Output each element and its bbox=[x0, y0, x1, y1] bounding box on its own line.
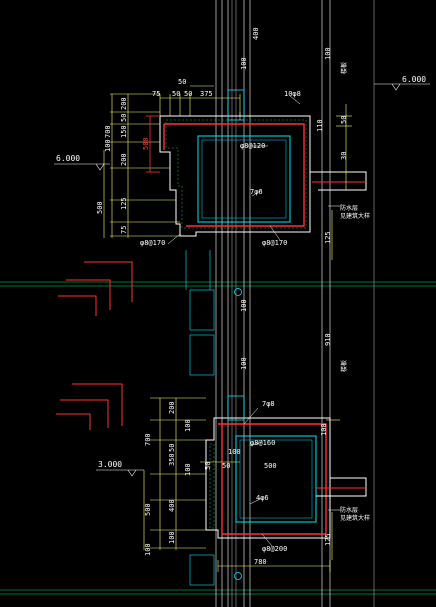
upper-slab bbox=[310, 171, 367, 191]
lower-beam-void bbox=[235, 435, 317, 523]
dim-text: 75 bbox=[152, 90, 160, 98]
dim-text: 125 bbox=[120, 197, 128, 210]
dim-text: 50 bbox=[168, 444, 176, 452]
dim-text: 100 bbox=[324, 47, 332, 60]
red-dim-text: 500 bbox=[142, 137, 150, 150]
dim-text: 780 bbox=[254, 558, 267, 566]
dim-text: 110 bbox=[316, 119, 324, 132]
note-line: 防水层 bbox=[340, 204, 358, 212]
dim-text: 500 bbox=[144, 503, 152, 516]
dim-text: 150 bbox=[120, 125, 128, 138]
stirrup-label: φ8@170 bbox=[140, 239, 165, 247]
level-label-lower: 3.000 bbox=[98, 460, 122, 469]
dim-text: 50 bbox=[172, 90, 180, 98]
upper-beam bbox=[103, 85, 367, 296]
upper-beam-rebar bbox=[164, 123, 305, 227]
dim-text: 100 bbox=[184, 463, 192, 476]
lower-beam bbox=[143, 395, 367, 580]
dim-text: 910 bbox=[324, 333, 332, 346]
column-shaft-panels bbox=[185, 250, 215, 586]
level-label-upper-right: 6.000 bbox=[402, 75, 426, 84]
level-label-upper: 6.000 bbox=[56, 154, 80, 163]
dim-text: 100 bbox=[228, 448, 241, 456]
dim-text: 75 bbox=[120, 226, 128, 234]
dim-text: 350 bbox=[168, 453, 176, 466]
floor-label: 楼板 bbox=[340, 360, 348, 372]
dim-text: 400 bbox=[252, 27, 260, 40]
dim-text: 50 bbox=[222, 462, 230, 470]
dim-text: 50 bbox=[120, 114, 128, 122]
stirrup-label: φ8@200 bbox=[262, 545, 287, 553]
dim-text: 100 bbox=[240, 357, 248, 370]
bar-label: 7φ6 bbox=[250, 188, 263, 196]
dim-text: 100 bbox=[240, 299, 248, 312]
dim-text: 700 bbox=[144, 433, 152, 446]
bar-label: 4φ6 bbox=[256, 494, 269, 502]
dim-text: 400 bbox=[168, 499, 176, 512]
lower-beam-hatch bbox=[209, 443, 215, 529]
cad-drawing-canvas: 6.000 6.000 3.000 75 50 50 375 50 200 50… bbox=[0, 0, 436, 607]
grid-lines bbox=[0, 281, 436, 595]
floor-label: 楼板 bbox=[340, 62, 348, 74]
stirrup-label: φ8@160 bbox=[250, 439, 275, 447]
dim-text: 500 bbox=[264, 462, 277, 470]
dim-text: 100 bbox=[144, 543, 152, 556]
note-line: 见建筑大样 bbox=[340, 212, 370, 220]
dim-text: 30 bbox=[340, 152, 348, 160]
rebar-label: 10φ8 bbox=[284, 90, 301, 98]
dim-text: 200 bbox=[120, 153, 128, 166]
dim-text: 100 bbox=[104, 139, 112, 152]
stirrup-label: φ8@120 bbox=[240, 142, 265, 150]
rebar-label: 7φ8 bbox=[262, 400, 275, 408]
dim-text: 375 bbox=[200, 90, 213, 98]
column-shaft bbox=[215, 0, 331, 607]
note-line: 见建筑大样 bbox=[340, 514, 370, 522]
dim-text: 500 bbox=[96, 201, 104, 214]
dim-text: 200 bbox=[168, 401, 176, 414]
dim-text: 125 bbox=[324, 533, 332, 546]
anchor-circle bbox=[234, 572, 242, 580]
lower-slab bbox=[316, 477, 367, 497]
anchor-circle bbox=[234, 288, 242, 296]
dim-text: 100 bbox=[320, 423, 328, 436]
dim-text: 50 bbox=[340, 116, 348, 124]
dim-text: 200 bbox=[120, 97, 128, 110]
dim-text: 100 bbox=[168, 531, 176, 544]
dim-text: 700 bbox=[104, 125, 112, 138]
dim-text: 125 bbox=[324, 231, 332, 244]
dim-text: 50 bbox=[204, 462, 212, 470]
dim-text: 50 bbox=[178, 78, 186, 86]
dim-text: 100 bbox=[184, 419, 192, 432]
note-line: 防水层 bbox=[340, 506, 358, 514]
stirrup-label: φ8@170 bbox=[262, 239, 287, 247]
dim-text: 100 bbox=[240, 57, 248, 70]
dim-text: 50 bbox=[184, 90, 192, 98]
red-marks bbox=[56, 261, 133, 430]
